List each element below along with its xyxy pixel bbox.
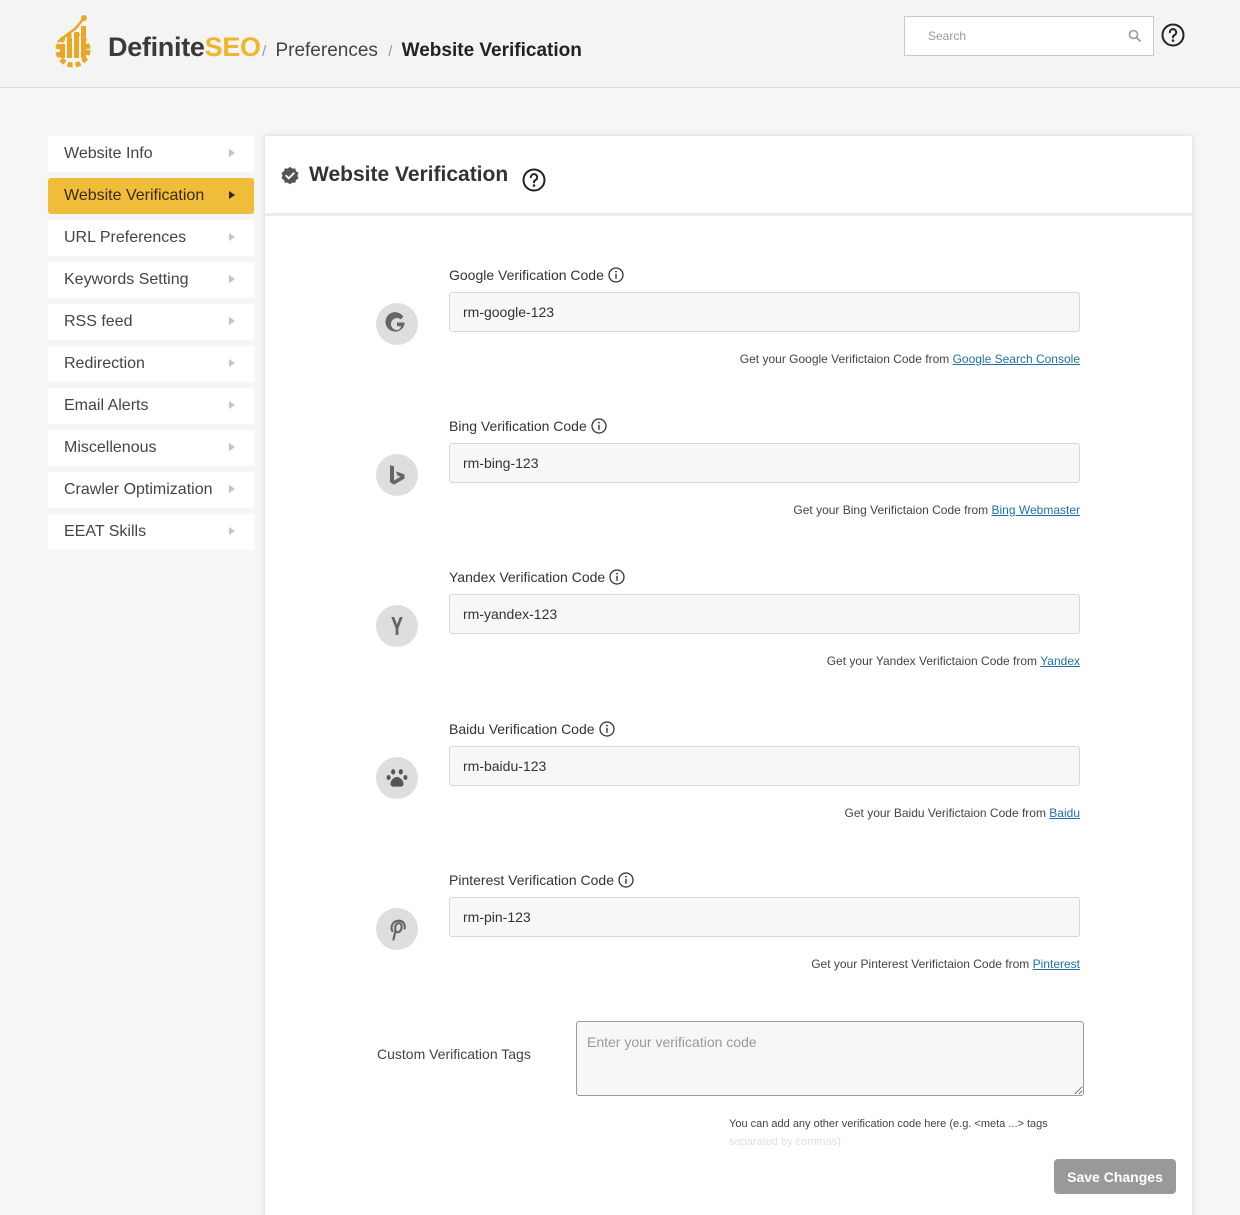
sidebar-item-miscellenous[interactable]: Miscellenous	[48, 430, 254, 466]
pinterest-link[interactable]: Pinterest	[1033, 957, 1080, 971]
google-verification-input[interactable]	[449, 292, 1080, 332]
sidebar-item-rss-feed[interactable]: RSS feed	[48, 304, 254, 340]
chevron-right-icon	[229, 485, 235, 493]
bing-hint: Get your Bing Verifictaion Code from Bin…	[793, 503, 1080, 517]
baidu-icon	[376, 757, 418, 799]
yandex-verification-input[interactable]	[449, 594, 1080, 634]
pinterest-field-label: Pinterest Verification Code	[449, 872, 634, 888]
yandex-link[interactable]: Yandex	[1040, 654, 1080, 668]
info-icon[interactable]	[608, 267, 624, 283]
info-icon[interactable]	[591, 418, 607, 434]
breadcrumb-preferences[interactable]: Preferences	[275, 40, 377, 61]
sidebar-item-redirection[interactable]: Redirection	[48, 346, 254, 382]
sidebar-item-label: Crawler Optimization	[64, 481, 213, 498]
hint-text: Get your Pinterest Verifictaion Code fro…	[811, 957, 1030, 971]
sidebar-item-label: Keywords Setting	[64, 271, 189, 288]
sidebar-item-website-info[interactable]: Website Info	[48, 136, 254, 172]
sidebar-item-email-alerts[interactable]: Email Alerts	[48, 388, 254, 424]
google-search-console-link[interactable]: Google Search Console	[953, 352, 1080, 366]
info-icon[interactable]	[618, 872, 634, 888]
pinterest-icon	[376, 908, 418, 950]
baidu-verification-row: Baidu Verification Code Get your Baidu V…	[265, 721, 1192, 849]
field-label-text: Bing Verification Code	[449, 418, 587, 434]
chevron-right-icon	[229, 275, 235, 283]
sidebar-item-eeat-skills[interactable]: EEAT Skills	[48, 514, 254, 550]
brand-name[interactable]: DefiniteSEO	[108, 32, 261, 63]
info-icon[interactable]	[598, 721, 615, 737]
help-icon[interactable]	[522, 168, 546, 192]
definiteseo-logo-icon	[55, 15, 91, 68]
google-verification-row: Google Verification Code Get your Google…	[265, 267, 1192, 395]
chevron-right-icon	[229, 401, 235, 409]
field-label-text: Google Verification Code	[449, 267, 604, 283]
chevron-right-icon	[229, 233, 235, 241]
google-icon	[376, 303, 418, 345]
top-header: DefiniteSEO / Preferences / Website Veri…	[0, 0, 1240, 88]
bing-field-label: Bing Verification Code	[449, 418, 607, 434]
custom-verification-textarea[interactable]	[576, 1021, 1084, 1096]
sidebar-item-label: Redirection	[64, 355, 145, 372]
custom-verification-label: Custom Verification Tags	[377, 1046, 531, 1062]
bing-verification-input[interactable]	[449, 443, 1080, 483]
google-hint: Get your Google Verifictaion Code from G…	[740, 352, 1080, 366]
bing-verification-row: Bing Verification Code Get your Bing Ver…	[265, 418, 1192, 546]
chevron-right-icon	[229, 317, 235, 325]
sidebar-item-label: RSS feed	[64, 313, 133, 330]
baidu-verification-input[interactable]	[449, 746, 1080, 786]
hint-text: Get your Bing Verifictaion Code from	[793, 503, 989, 517]
sidebar-item-label: Website Info	[64, 145, 153, 162]
baidu-hint: Get your Baidu Verifictaion Code from Ba…	[845, 806, 1080, 820]
search-input[interactable]	[905, 17, 1115, 55]
sidebar-item-label: Website Verification	[64, 187, 205, 204]
baidu-field-label: Baidu Verification Code	[449, 721, 615, 737]
breadcrumb-separator: /	[388, 43, 393, 60]
brand-name-part2: SEO	[204, 32, 261, 62]
sidebar-item-label: EEAT Skills	[64, 523, 147, 540]
bing-icon	[376, 454, 418, 496]
sidebar-item-label: Email Alerts	[64, 397, 149, 414]
sidebar-item-website-verification[interactable]: Website Verification	[48, 178, 254, 214]
yandex-verification-row: Yandex Verification Code Get your Yandex…	[265, 569, 1192, 697]
breadcrumb-separator: /	[262, 43, 267, 60]
chevron-right-icon	[229, 527, 235, 535]
breadcrumb: / Preferences / Website Verification	[262, 40, 582, 62]
pinterest-verification-row: Pinterest Verification Code Get your Pin…	[265, 872, 1192, 1000]
info-icon[interactable]	[609, 569, 625, 585]
hint-text: Get your Google Verifictaion Code from	[739, 352, 950, 366]
chevron-right-icon	[229, 359, 235, 367]
google-field-label: Google Verification Code	[449, 267, 624, 283]
hint-text: Get your Baidu Verifictaion Code from	[844, 806, 1046, 820]
chevron-right-icon	[229, 149, 235, 157]
field-label-text: Pinterest Verification Code	[449, 872, 614, 888]
panel-header: Website Verification	[265, 136, 1192, 216]
field-label-text: Baidu Verification Code	[449, 721, 595, 737]
custom-verification-hint-continued: separated by commas)	[729, 1136, 841, 1148]
breadcrumb-current: Website Verification	[401, 40, 582, 61]
pinterest-hint: Get your Pinterest Verifictaion Code fro…	[811, 957, 1080, 971]
sidebar-item-url-preferences[interactable]: URL Preferences	[48, 220, 254, 256]
chevron-right-icon	[229, 191, 235, 199]
brand-name-part1: Definite	[108, 32, 205, 62]
help-icon[interactable]	[1161, 23, 1185, 47]
baidu-link[interactable]: Baidu	[1049, 806, 1080, 820]
chevron-right-icon	[229, 443, 235, 451]
pinterest-verification-input[interactable]	[449, 897, 1080, 937]
save-changes-button[interactable]: Save Changes	[1054, 1159, 1176, 1194]
field-label-text: Yandex Verification Code	[449, 569, 606, 585]
sidebar-item-label: URL Preferences	[64, 229, 187, 246]
custom-verification-hint: You can add any other verification code …	[729, 1118, 1048, 1130]
yandex-field-label: Yandex Verification Code	[449, 569, 625, 585]
bing-webmaster-link[interactable]: Bing Webmaster	[992, 503, 1080, 517]
search-box	[904, 16, 1154, 56]
hint-text: Get your Yandex Verifictaion Code from	[826, 654, 1038, 668]
verification-panel: Website Verification Google Verification…	[265, 136, 1192, 1215]
search-icon[interactable]	[1127, 28, 1143, 44]
sidebar-item-crawler-optimization[interactable]: Crawler Optimization	[48, 472, 254, 508]
sidebar-item-keywords-setting[interactable]: Keywords Setting	[48, 262, 254, 298]
verified-badge-icon	[281, 166, 299, 185]
panel-title: Website Verification	[309, 163, 509, 186]
yandex-icon	[376, 605, 418, 647]
yandex-hint: Get your Yandex Verifictaion Code from Y…	[827, 654, 1080, 668]
sidebar-item-label: Miscellenous	[64, 439, 157, 456]
